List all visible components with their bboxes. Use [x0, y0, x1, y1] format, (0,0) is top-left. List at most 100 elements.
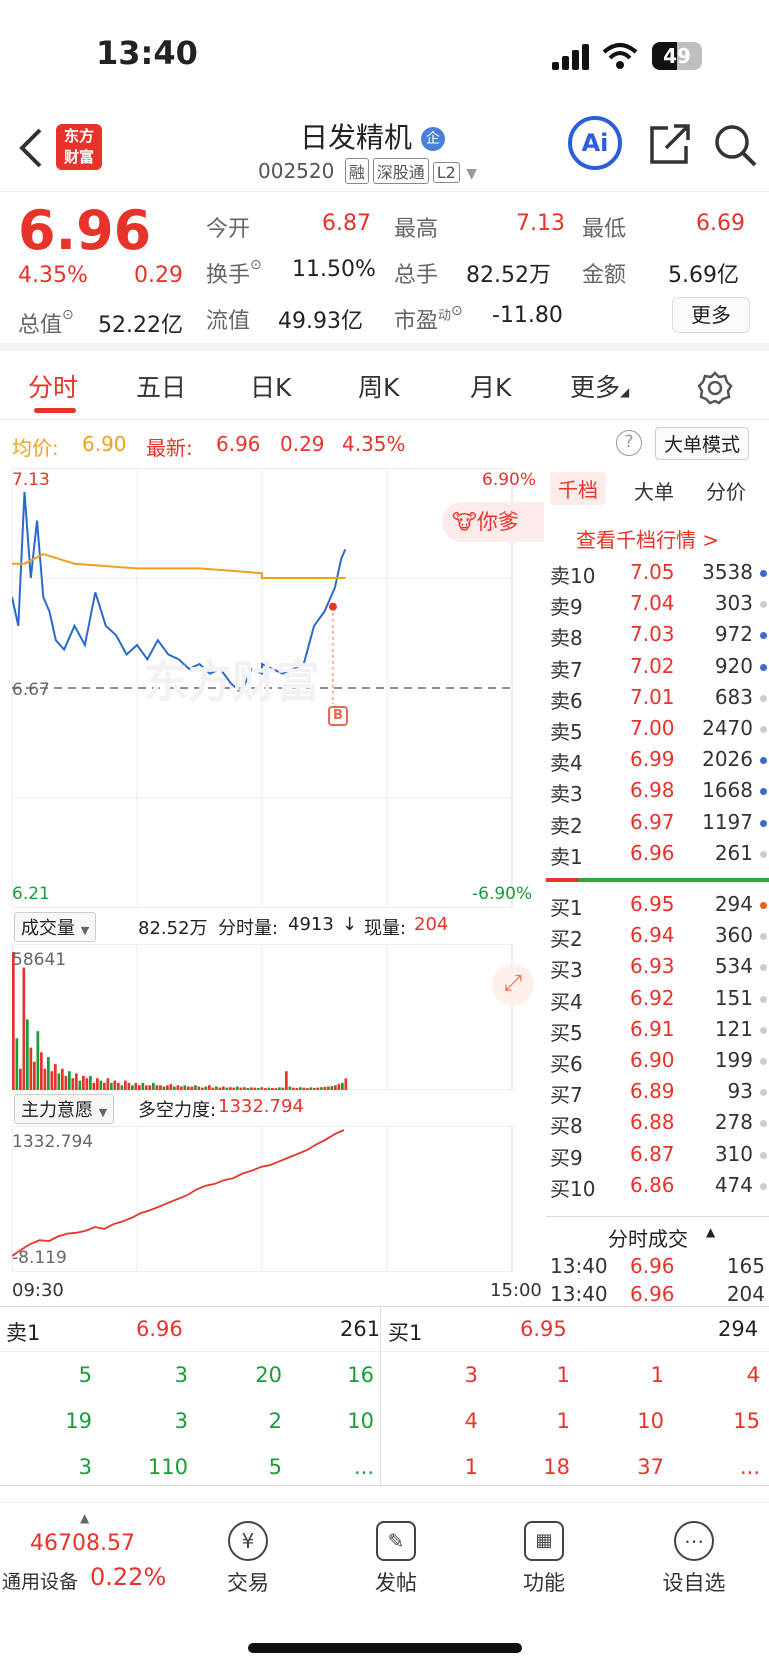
queue-buy-price: 6.95 — [520, 1317, 567, 1341]
battery-icon: 49 — [652, 42, 702, 70]
ai-button[interactable]: Ai — [568, 116, 622, 170]
stock-code-line: 002520 融深股通 L2 ▼ — [258, 158, 477, 184]
view-depth-link[interactable]: 查看千档行情 > — [576, 524, 719, 553]
queue-cell: 1 — [650, 1363, 664, 1387]
bid-row[interactable]: 买9 6.87 310 — [546, 1142, 769, 1173]
level-label: 卖9 — [550, 595, 583, 620]
volume-bar — [176, 1085, 180, 1090]
mascot-icon: 🐮 — [452, 510, 477, 534]
tag-connect: 深股通 — [372, 158, 429, 184]
tab-five-day[interactable]: 五日 — [136, 368, 186, 404]
index-pct[interactable]: 0.22% — [90, 1563, 166, 1591]
nav-trade[interactable]: ¥ 交易 — [198, 1521, 298, 1597]
low-value: 6.69 — [696, 211, 745, 236]
volume-bar — [236, 1086, 239, 1090]
nav-post[interactable]: ✎ 发帖 — [346, 1521, 446, 1597]
ask-row[interactable]: 卖1 6.96 261 — [546, 841, 769, 872]
tab-thousand-level[interactable]: 千档 — [550, 472, 606, 505]
nav-function[interactable]: ▦ 功能 — [494, 1521, 594, 1597]
tab-price-dist[interactable]: 分价 — [706, 476, 746, 505]
volume-bar — [113, 1080, 117, 1090]
ask-row[interactable]: 卖7 7.02 920 — [546, 654, 769, 685]
tab-daily-k[interactable]: 日K — [250, 368, 291, 404]
level-price: 6.86 — [630, 1172, 675, 1197]
volume-bar — [127, 1082, 131, 1090]
ticks-header[interactable]: 分时成交 ▲ — [546, 1216, 769, 1252]
level-price: 6.92 — [630, 985, 675, 1010]
level-price: 6.88 — [630, 1110, 675, 1135]
bid-row[interactable]: 买6 6.90 199 — [546, 1048, 769, 1079]
volume-bar — [225, 1087, 229, 1090]
buy-marker-dot — [328, 602, 337, 611]
queue-cell: 5 — [78, 1363, 92, 1387]
search-icon[interactable] — [714, 124, 758, 168]
y-max-label: 7.13 — [12, 470, 50, 490]
ask-row[interactable]: 卖2 6.97 1197 — [546, 810, 769, 841]
queue-sell-total: 261 — [340, 1317, 381, 1341]
index-value[interactable]: 46708.57 — [30, 1531, 135, 1556]
level-volume: 683 — [714, 684, 753, 709]
volume-indicator-select[interactable]: 成交量 ▼ — [14, 912, 97, 942]
settings-gear-icon[interactable] — [697, 370, 733, 406]
ask-row[interactable]: 卖6 7.01 683 — [546, 685, 769, 716]
queue-cell: 110 — [147, 1455, 188, 1479]
ask-row[interactable]: 卖8 7.03 972 — [546, 622, 769, 653]
level-volume: 3538 — [702, 560, 753, 584]
ask-row[interactable]: 卖9 7.04 303 — [546, 591, 769, 622]
now-vol-label: 现量: — [364, 918, 407, 939]
ask-row[interactable]: 卖5 7.00 2470 — [546, 716, 769, 747]
enterprise-icon: 企 — [420, 127, 445, 151]
promo-banner[interactable]: 🐮你爹 — [442, 502, 544, 542]
share-icon[interactable] — [648, 124, 692, 166]
level-dot-icon — [760, 964, 767, 972]
level-label: 买3 — [550, 958, 583, 983]
turnover-label: 换手⊙ — [206, 257, 262, 288]
order-queue: 卖1 6.96 261 买1 6.95 294 5 3 20 16 19 3 2 10 3 110… — [0, 1306, 769, 1487]
nav-add-watch[interactable]: ⋯ 设自选 — [644, 1521, 744, 1597]
volume-bar — [260, 1087, 264, 1090]
bid-row[interactable]: 买8 6.88 278 — [546, 1110, 769, 1141]
level-label: 买5 — [550, 1020, 583, 1045]
time-end-label: 15:00 — [490, 1280, 542, 1301]
bid-row[interactable]: 买7 6.89 93 — [546, 1079, 769, 1110]
level-label: 卖10 — [550, 564, 596, 588]
bid-row[interactable]: 买5 6.91 121 — [546, 1017, 769, 1048]
main-force-select[interactable]: 主力意愿 ▼ — [14, 1094, 115, 1124]
level-price: 6.96 — [630, 840, 675, 865]
tick-price: 6.96 — [630, 1282, 675, 1306]
level-volume: 303 — [714, 591, 753, 616]
tab-monthly-k[interactable]: 月K — [470, 368, 511, 404]
info-icon: ⊙ — [250, 257, 262, 273]
level-label: 卖5 — [550, 720, 583, 744]
ask-row[interactable]: 卖10 7.05 3538 — [546, 560, 769, 591]
volume-chart[interactable] — [12, 944, 544, 1090]
ask-row[interactable]: 卖3 6.98 1668 — [546, 778, 769, 809]
level-price: 7.03 — [630, 622, 675, 647]
bid-row[interactable]: 买3 6.93 534 — [546, 954, 769, 985]
tab-more[interactable]: 更多◢ — [570, 368, 629, 404]
big-order-mode-button[interactable]: 大单模式 — [655, 427, 750, 460]
bid-row[interactable]: 买1 6.95 294 — [546, 892, 769, 923]
help-icon[interactable]: ? — [616, 430, 642, 456]
index-name[interactable]: 通用设备 — [2, 1567, 78, 1594]
tab-big-order[interactable]: 大单 — [634, 476, 674, 505]
latest-value: 6.96 — [216, 432, 261, 456]
bid-row[interactable]: 买4 6.92 151 — [546, 986, 769, 1017]
queue-cell: 2 — [268, 1409, 282, 1433]
tab-weekly-k[interactable]: 周K — [358, 368, 399, 404]
more-button[interactable]: 更多 — [672, 297, 750, 333]
ask-row[interactable]: 卖4 6.99 2026 — [546, 747, 769, 778]
bid-row[interactable]: 买10 6.86 474 — [546, 1173, 769, 1204]
buy-marker[interactable]: B — [328, 706, 348, 726]
info-icon: ⊙ — [62, 307, 74, 323]
volume-bar — [134, 1082, 138, 1090]
queue-cell: 10 — [347, 1409, 374, 1433]
volume-bar — [281, 1087, 285, 1090]
volume-bar — [92, 1082, 96, 1090]
expand-icon[interactable]: ⤢ — [492, 964, 534, 1006]
bid-row[interactable]: 买2 6.94 360 — [546, 923, 769, 954]
back-icon[interactable] — [18, 128, 44, 168]
queue-cell: 16 — [347, 1363, 374, 1387]
latest-label: 最新: — [146, 436, 193, 460]
tab-intraday[interactable]: 分时 — [28, 368, 78, 404]
